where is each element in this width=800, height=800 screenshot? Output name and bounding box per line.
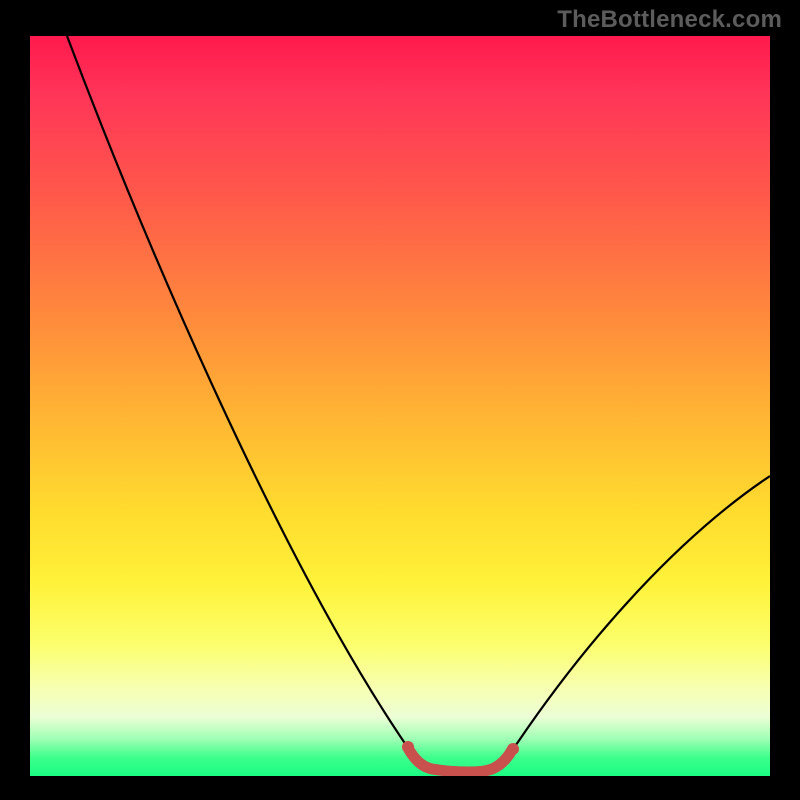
plot-area — [30, 36, 770, 776]
bottom-highlight — [408, 748, 512, 772]
bottleneck-curve — [67, 36, 770, 770]
highlight-end-right — [507, 743, 519, 755]
chart-container: TheBottleneck.com — [0, 0, 800, 800]
highlight-end-left — [402, 741, 414, 753]
watermark-text: TheBottleneck.com — [557, 6, 782, 34]
curve-layer — [30, 36, 770, 776]
